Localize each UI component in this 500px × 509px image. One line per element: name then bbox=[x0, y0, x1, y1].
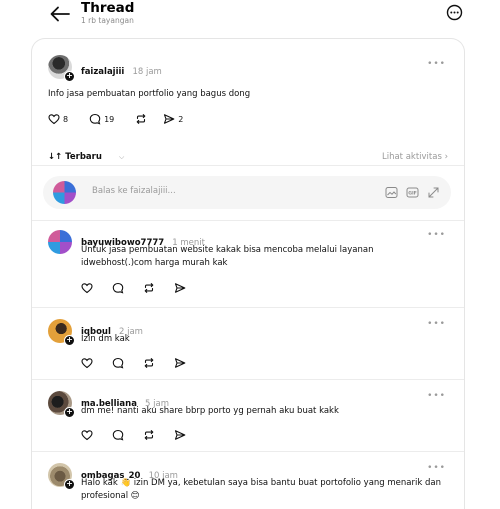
divider bbox=[32, 451, 464, 452]
post-time: 18 jam bbox=[132, 67, 162, 77]
expand-icon[interactable] bbox=[427, 186, 440, 199]
repost-button[interactable] bbox=[143, 282, 158, 294]
more-options-icon[interactable] bbox=[446, 4, 463, 21]
like-button[interactable] bbox=[81, 282, 96, 294]
avatar[interactable]: + bbox=[48, 391, 75, 418]
reply-box[interactable]: Balas ke faizalajiii... GIF bbox=[43, 176, 451, 209]
post-text: Info jasa pembuatan portfolio yang bagus… bbox=[48, 89, 251, 99]
thread-card: + faizalajiii 18 jam ••• Info jasa pembu… bbox=[31, 38, 465, 509]
comment-icon bbox=[112, 429, 124, 441]
send-icon bbox=[164, 114, 175, 124]
share-button[interactable] bbox=[174, 357, 189, 369]
comment-icon bbox=[112, 282, 124, 294]
page-title: Thread bbox=[81, 0, 135, 16]
comment-item: + ma.belliana 5 jam ••• dm me! nanti aku… bbox=[32, 391, 464, 441]
activity-label: Lihat aktivitas bbox=[381, 152, 442, 162]
sort-label: Terbaru bbox=[65, 152, 102, 162]
back-arrow-icon[interactable] bbox=[49, 4, 71, 24]
comment-text: Halo kak 👋 izin DM ya, kebetulan saya bi… bbox=[81, 478, 441, 501]
image-icon[interactable] bbox=[385, 186, 398, 199]
divider bbox=[32, 220, 464, 221]
sort-dropdown[interactable]: ↓↑ Terbaru bbox=[48, 152, 102, 162]
comment-text: dm me! nanti aku share bbrp porto yg per… bbox=[81, 406, 339, 416]
gif-icon[interactable]: GIF bbox=[406, 186, 419, 199]
comment-button[interactable] bbox=[112, 357, 127, 369]
follow-plus-icon[interactable]: + bbox=[64, 479, 75, 490]
my-avatar bbox=[53, 181, 76, 204]
like-button[interactable] bbox=[81, 357, 96, 369]
comment-text: Izin dm kak bbox=[81, 334, 130, 344]
divider bbox=[32, 165, 464, 166]
avatar[interactable]: + bbox=[48, 463, 75, 490]
comment-actions bbox=[81, 282, 202, 294]
avatar[interactable]: + bbox=[48, 55, 75, 82]
comment-text: Untuk jasa pembuatan website kakak bisa … bbox=[81, 245, 374, 268]
follow-plus-icon[interactable]: + bbox=[64, 71, 75, 82]
comment-more-icon[interactable]: ••• bbox=[427, 230, 446, 240]
send-icon bbox=[174, 430, 186, 440]
comment-button[interactable] bbox=[112, 429, 127, 441]
send-icon bbox=[174, 283, 186, 293]
reply-placeholder: Balas ke faizalajiii... bbox=[92, 186, 176, 196]
repost-button[interactable] bbox=[135, 113, 150, 125]
follow-plus-icon[interactable]: + bbox=[64, 335, 75, 346]
avatar[interactable] bbox=[48, 230, 72, 254]
post-actions: 8 19 2 bbox=[48, 113, 196, 125]
post-username[interactable]: faizalajiii bbox=[81, 67, 124, 77]
view-count: 1 rb tayangan bbox=[81, 16, 134, 25]
repost-button[interactable] bbox=[143, 429, 158, 441]
avatar[interactable]: + bbox=[48, 319, 75, 346]
comment-more-icon[interactable]: ••• bbox=[427, 463, 446, 473]
comment-count: 19 bbox=[104, 114, 115, 124]
comment-actions bbox=[81, 357, 202, 369]
sort-bar: ↓↑ Terbaru ⌵ Lihat aktivitas › bbox=[48, 152, 448, 164]
view-activity-link[interactable]: Lihat aktivitas › bbox=[382, 152, 448, 162]
comment-icon bbox=[112, 357, 124, 369]
top-bar: Thread 1 rb tayangan bbox=[0, 0, 500, 36]
repost-icon bbox=[144, 358, 154, 368]
sort-icon: ↓↑ bbox=[48, 152, 66, 162]
repost-icon bbox=[144, 283, 154, 293]
comment-item: + ombagas_20 10 jam ••• Halo kak 👋 izin … bbox=[32, 463, 464, 509]
like-button[interactable]: 8 bbox=[48, 113, 68, 125]
heart-icon bbox=[81, 358, 93, 369]
comment-more-icon[interactable]: ••• bbox=[427, 319, 446, 329]
comment-button[interactable]: 19 bbox=[89, 113, 114, 125]
chevron-down-icon[interactable]: ⌵ bbox=[119, 153, 124, 162]
post-more-icon[interactable]: ••• bbox=[427, 59, 446, 69]
comment-item: + iqboul 2 jam ••• Izin dm kak bbox=[32, 319, 464, 369]
like-button[interactable] bbox=[81, 429, 96, 441]
heart-icon bbox=[81, 283, 93, 294]
divider bbox=[32, 379, 464, 380]
follow-plus-icon[interactable]: + bbox=[64, 407, 75, 418]
divider bbox=[32, 307, 464, 308]
comment-item: bayuwibowo7777 1 menit ••• Untuk jasa pe… bbox=[32, 230, 464, 300]
comment-more-icon[interactable]: ••• bbox=[427, 391, 446, 401]
heart-icon bbox=[48, 114, 60, 125]
svg-text:GIF: GIF bbox=[408, 191, 417, 197]
chevron-right-icon: › bbox=[444, 152, 448, 162]
share-count: 2 bbox=[178, 114, 184, 124]
share-button[interactable] bbox=[174, 429, 189, 441]
share-button[interactable] bbox=[174, 282, 189, 294]
comment-icon bbox=[89, 113, 101, 125]
repost-icon bbox=[144, 430, 154, 440]
send-icon bbox=[174, 358, 186, 368]
repost-icon bbox=[136, 114, 146, 124]
comment-button[interactable] bbox=[112, 282, 127, 294]
like-count: 8 bbox=[63, 114, 69, 124]
share-button[interactable]: 2 bbox=[163, 113, 183, 125]
post-header: faizalajiii 18 jam bbox=[81, 59, 162, 78]
repost-button[interactable] bbox=[143, 357, 158, 369]
comment-actions bbox=[81, 429, 202, 441]
heart-icon bbox=[81, 430, 93, 441]
